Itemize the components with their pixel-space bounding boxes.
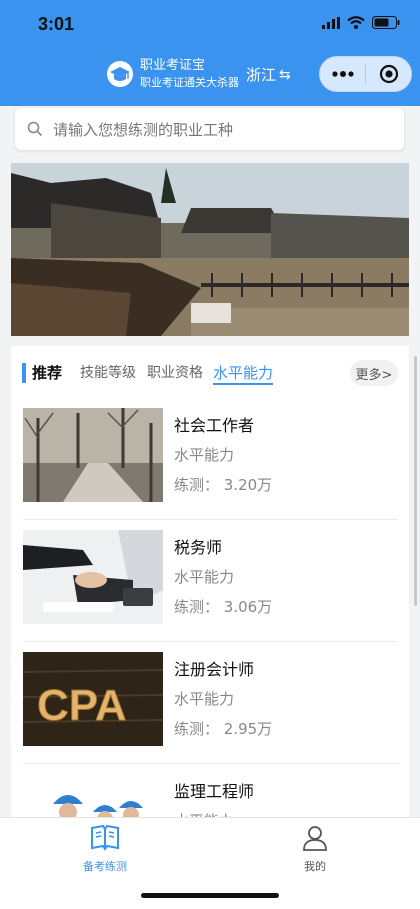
section-marker bbox=[22, 363, 26, 383]
category-panel: 推荐 技能等级 职业资格 水平能力 更多> 社会工作者 水平能力 练测： 3.2… bbox=[11, 346, 409, 826]
graduation-cap-icon bbox=[107, 61, 133, 87]
item-category: 水平能力 bbox=[174, 690, 235, 708]
search-bar[interactable]: 请输入您想练测的职业工种 bbox=[15, 108, 404, 150]
park-path-picture bbox=[23, 408, 163, 502]
nav-home[interactable]: 备考练测 bbox=[55, 824, 155, 874]
close-miniprogram-button[interactable] bbox=[366, 56, 411, 92]
status-time: 3:01 bbox=[38, 14, 75, 34]
banner-water-town-picture bbox=[11, 163, 409, 336]
target-close-icon bbox=[379, 64, 398, 84]
item-practice-count: 练测： 2.95万 bbox=[174, 720, 273, 738]
item-practice-count: 练测： 3.20万 bbox=[174, 476, 273, 494]
region-selector[interactable]: 浙江 ⇆ bbox=[246, 64, 291, 85]
tab-level-ability[interactable]: 水平能力 bbox=[213, 362, 273, 383]
more-button[interactable]: 更多> bbox=[350, 360, 398, 386]
open-book-icon bbox=[91, 824, 119, 851]
scrollbar[interactable] bbox=[414, 356, 417, 606]
status-icons bbox=[322, 16, 400, 29]
top-header: 3:01 职业考证宝 职业考证通关大杀器 浙江 ⇆ bbox=[0, 0, 420, 106]
category-tabs: 推荐 技能等级 职业资格 水平能力 更多> bbox=[11, 346, 409, 398]
cpa-picture-text: CPA bbox=[37, 681, 127, 730]
status-bar: 3:01 bbox=[0, 0, 420, 50]
region-label: 浙江 bbox=[246, 66, 277, 84]
user-icon bbox=[303, 826, 327, 851]
app-brand: 职业考证宝 职业考证通关大杀器 bbox=[106, 56, 239, 92]
calculator-hands-picture bbox=[23, 530, 163, 624]
home-indicator bbox=[141, 893, 279, 898]
tax-advisor-thumbnail bbox=[23, 530, 163, 624]
cpa-thumbnail: CPA bbox=[23, 652, 163, 746]
more-dots-icon bbox=[331, 71, 354, 77]
swap-icon: ⇆ bbox=[279, 66, 291, 83]
search-icon bbox=[27, 121, 43, 137]
cpa-wood-picture: CPA bbox=[23, 652, 163, 746]
nav-profile[interactable]: 我的 bbox=[265, 824, 365, 874]
social-worker-thumbnail bbox=[23, 408, 163, 502]
tab-skill-level[interactable]: 技能等级 bbox=[80, 362, 136, 382]
battery-icon bbox=[372, 16, 400, 29]
tab-professional-qualification[interactable]: 职业资格 bbox=[147, 362, 203, 382]
item-title: 税务师 bbox=[174, 538, 223, 557]
nav-profile-label: 我的 bbox=[304, 860, 326, 873]
tab-recommend[interactable]: 推荐 bbox=[32, 362, 62, 383]
miniprogram-capsule bbox=[319, 56, 412, 92]
active-tab-indicator bbox=[213, 383, 273, 385]
list-item[interactable]: CPA 注册会计师 水平能力 练测： 2.95万 bbox=[23, 642, 398, 764]
more-menu-button[interactable] bbox=[320, 56, 365, 92]
search-input[interactable]: 请输入您想练测的职业工种 bbox=[53, 119, 233, 140]
item-title: 注册会计师 bbox=[174, 660, 255, 679]
wifi-icon bbox=[347, 16, 365, 29]
item-category: 水平能力 bbox=[174, 446, 235, 464]
app-slogan: 职业考证通关大杀器 bbox=[140, 76, 239, 89]
item-title: 监理工程师 bbox=[174, 782, 255, 801]
list-item[interactable]: 税务师 水平能力 练测： 3.06万 bbox=[23, 520, 398, 642]
signal-icon bbox=[322, 16, 340, 29]
item-category: 水平能力 bbox=[174, 568, 235, 586]
list-item[interactable]: 社会工作者 水平能力 练测： 3.20万 bbox=[23, 398, 398, 520]
app-name: 职业考证宝 bbox=[140, 58, 206, 73]
nav-home-label: 备考练测 bbox=[83, 860, 127, 873]
item-title: 社会工作者 bbox=[174, 416, 255, 435]
item-practice-count: 练测： 3.06万 bbox=[174, 598, 273, 616]
banner-image[interactable] bbox=[11, 163, 409, 336]
